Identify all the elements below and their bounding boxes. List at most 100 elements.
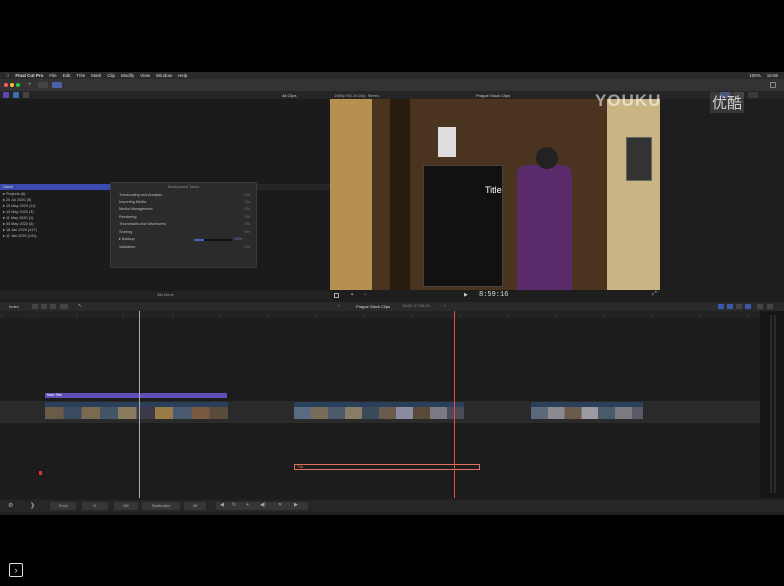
main-title-clip[interactable]: Main Title bbox=[45, 393, 227, 398]
append-clip-icon[interactable] bbox=[32, 304, 38, 309]
backup-progress-track bbox=[194, 238, 232, 241]
item-count: 584 items bbox=[157, 292, 174, 297]
timeline-header: Index ↖ ‹ Prague Stock Clips 10:06 / 17:… bbox=[0, 302, 784, 311]
select-tool-icon[interactable]: ↖ bbox=[78, 303, 82, 309]
history-forward-icon[interactable]: › bbox=[444, 303, 446, 309]
menu-edit[interactable]: Edit bbox=[63, 73, 71, 78]
expand-icon[interactable]: ❯ bbox=[30, 502, 35, 509]
import-icon[interactable]: + bbox=[28, 82, 34, 88]
insert-clip-icon[interactable] bbox=[41, 304, 47, 309]
skimming-icon[interactable] bbox=[718, 304, 724, 309]
photos-audio-icon[interactable] bbox=[13, 92, 19, 98]
video-left-wall bbox=[330, 99, 372, 290]
rewind-icon[interactable]: ◀ bbox=[220, 502, 224, 508]
task-row: Importing Media 0% bbox=[119, 200, 250, 204]
zoom-window-button[interactable] bbox=[16, 83, 20, 87]
index-button[interactable]: Index bbox=[9, 304, 19, 309]
transform-icon[interactable] bbox=[334, 293, 339, 298]
viewer[interactable]: Title bbox=[330, 99, 660, 290]
menu-window[interactable]: Window bbox=[156, 73, 172, 78]
event-row[interactable]: ▸ 11 Jan 2020 (141) bbox=[3, 233, 37, 239]
browser-footer: 584 items bbox=[0, 291, 330, 299]
menu-mark[interactable]: Mark bbox=[91, 73, 101, 78]
audio-skimming-icon[interactable] bbox=[727, 304, 733, 309]
task-row: Sharing 0% bbox=[119, 230, 250, 234]
menu-view[interactable]: View bbox=[140, 73, 150, 78]
task-row: Media Management 0% bbox=[119, 207, 250, 211]
background-tasks-button[interactable] bbox=[52, 82, 62, 88]
timeline-tracks[interactable]: Main Title Title bbox=[0, 311, 760, 498]
event-label: 20 Jul 2020 (5) bbox=[5, 198, 32, 202]
task-row: Thumbnails and Waveforms 0% bbox=[119, 222, 250, 226]
clip-thumbnails bbox=[531, 407, 643, 419]
stabilization-button[interactable]: Stabilization bbox=[142, 502, 180, 510]
history-back-icon[interactable]: ‹ bbox=[338, 303, 340, 309]
clip-thumbnails bbox=[294, 407, 464, 419]
window-toolbar: + bbox=[0, 79, 784, 91]
minimize-window-button[interactable] bbox=[10, 83, 14, 87]
background-tasks-title: Background Tasks bbox=[168, 185, 199, 189]
playhead[interactable] bbox=[454, 311, 455, 498]
view-options-button[interactable] bbox=[748, 92, 758, 98]
menu-clip[interactable]: Clip bbox=[107, 73, 115, 78]
clip-thumbnails bbox=[45, 407, 228, 419]
clip-group-2[interactable] bbox=[294, 402, 464, 419]
menu-modify[interactable]: Modify bbox=[121, 73, 134, 78]
fullscreen-icon[interactable]: ⤢ bbox=[652, 291, 657, 298]
effects-browser-icon[interactable] bbox=[767, 304, 773, 309]
event-label: 11 Jan 2020 (141) bbox=[5, 234, 37, 238]
still-button[interactable]: Still bbox=[114, 502, 138, 510]
skimmer-line bbox=[139, 311, 140, 498]
add-icon[interactable]: + bbox=[246, 502, 249, 508]
xl-button[interactable]: XL bbox=[82, 502, 108, 510]
video-right-wall bbox=[607, 99, 660, 290]
clip-group-3[interactable] bbox=[531, 402, 643, 419]
clip-group-1[interactable] bbox=[45, 402, 228, 419]
mute-icon[interactable]: ✕ bbox=[278, 502, 282, 508]
loop-icon[interactable]: ↻ bbox=[232, 502, 236, 508]
timeline-bottom-bar: ⚙ ❯ Scroll XL Still Stabilization Off ◀ … bbox=[0, 500, 784, 512]
clip-appearance-icon[interactable] bbox=[757, 304, 763, 309]
event-label: 11 May 2020 (1) bbox=[5, 216, 34, 220]
settings-gear-icon[interactable]: ⚙ bbox=[8, 502, 13, 509]
keywords-button[interactable] bbox=[38, 82, 48, 88]
task-row-backup[interactable]: ▸ Backup 26% bbox=[119, 236, 250, 243]
marker-icon[interactable] bbox=[39, 471, 42, 475]
share-icon[interactable] bbox=[770, 82, 776, 88]
backup-progress-fill bbox=[194, 238, 204, 241]
audio-meters bbox=[760, 311, 784, 498]
task-row: Rendering 0% bbox=[119, 215, 250, 219]
expand-panel-button[interactable]: › bbox=[9, 563, 23, 577]
menubar-clock: 16:06 bbox=[766, 73, 778, 78]
play-button[interactable]: ▶ bbox=[464, 292, 468, 298]
timeline-ruler[interactable] bbox=[0, 311, 760, 318]
libraries-icon[interactable] bbox=[3, 92, 9, 98]
app-menu[interactable]: Final Cut Pro bbox=[15, 73, 43, 78]
edit-mode-dropdown[interactable] bbox=[60, 304, 68, 309]
off-button[interactable]: Off bbox=[184, 502, 206, 510]
viewer-format-label: 1080p HD 25.00p, Stereo bbox=[334, 92, 380, 98]
overwrite-clip-icon[interactable] bbox=[50, 304, 56, 309]
speed-icon[interactable]: ◔ bbox=[363, 292, 366, 298]
person-figure bbox=[517, 165, 572, 290]
viewer-controls: ✦ ◔ ▶ 8:59:16 ⤢ bbox=[330, 290, 660, 300]
menu-help[interactable]: Help bbox=[178, 73, 187, 78]
youku-logo-cn: 优酷 bbox=[710, 92, 745, 113]
volume-icon[interactable]: ◀) bbox=[260, 502, 266, 508]
close-window-button[interactable] bbox=[4, 83, 8, 87]
project-name[interactable]: Prague Stock Clips bbox=[356, 304, 390, 309]
forward-icon[interactable]: ▶ bbox=[294, 502, 298, 508]
clip-filter-dropdown[interactable]: All Clips bbox=[282, 93, 296, 98]
solo-icon[interactable] bbox=[736, 304, 742, 309]
titles-generators-icon[interactable] bbox=[23, 92, 29, 98]
ruler-ticks bbox=[1, 314, 749, 318]
menu-trim[interactable]: Trim bbox=[76, 73, 85, 78]
apple-icon[interactable]:  bbox=[6, 73, 9, 78]
menu-file[interactable]: File bbox=[49, 73, 56, 78]
timecode-display[interactable]: 8:59:16 bbox=[479, 291, 508, 299]
title-overlay[interactable]: Title bbox=[485, 185, 502, 195]
enhance-icon[interactable]: ✦ bbox=[350, 292, 354, 298]
title-clip[interactable]: Title bbox=[294, 464, 480, 470]
snapping-icon[interactable] bbox=[745, 304, 751, 309]
scroll-button[interactable]: Scroll bbox=[50, 502, 76, 510]
